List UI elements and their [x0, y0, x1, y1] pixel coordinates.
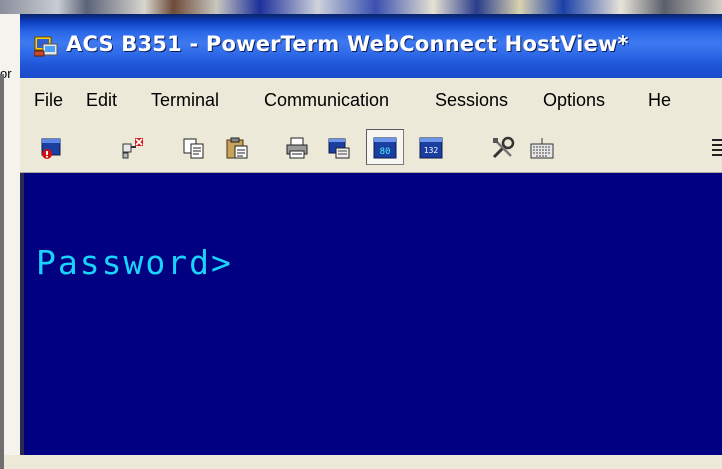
menu-options[interactable]: Options — [543, 90, 605, 111]
window-title: ACS B351 - PowerTerm WebConnect HostView… — [66, 32, 629, 56]
password-prompt: Password> — [36, 243, 233, 282]
columns-132-label: 132 — [424, 146, 439, 155]
background-window-border — [0, 74, 4, 469]
copy-icon[interactable] — [182, 136, 206, 160]
paste-icon[interactable] — [225, 136, 249, 160]
print-screen-icon[interactable] — [327, 136, 351, 160]
menu-sessions[interactable]: Sessions — [435, 90, 508, 111]
menu-communication[interactable]: Communication — [264, 90, 389, 111]
menu-bar: File Edit Terminal Communication Session… — [20, 78, 722, 123]
terminal-screen[interactable]: Password> — [20, 173, 722, 455]
toolbar: 80 132 — [20, 122, 722, 173]
menu-edit[interactable]: Edit — [86, 90, 117, 111]
background-window-edge: or — [0, 14, 21, 469]
columns-132-icon[interactable]: 132 — [419, 136, 443, 160]
title-bar[interactable]: ACS B351 - PowerTerm WebConnect HostView… — [20, 14, 722, 78]
columns-80-icon: 80 — [373, 136, 397, 160]
menu-help[interactable]: He — [648, 90, 671, 111]
powerterm-window: ACS B351 - PowerTerm WebConnect HostView… — [20, 14, 722, 455]
disconnect-icon[interactable] — [121, 136, 145, 160]
tools-icon[interactable] — [491, 136, 515, 160]
print-icon[interactable] — [285, 136, 309, 160]
more-toolbar-icon[interactable] — [710, 136, 722, 160]
columns-80-label: 80 — [380, 147, 391, 157]
menu-terminal[interactable]: Terminal — [151, 90, 219, 111]
keyboard-icon[interactable] — [530, 136, 554, 160]
menu-file[interactable]: File — [34, 90, 63, 111]
connect-session-icon[interactable] — [39, 136, 63, 160]
app-icon[interactable] — [33, 35, 58, 57]
desktop-background — [0, 0, 722, 14]
